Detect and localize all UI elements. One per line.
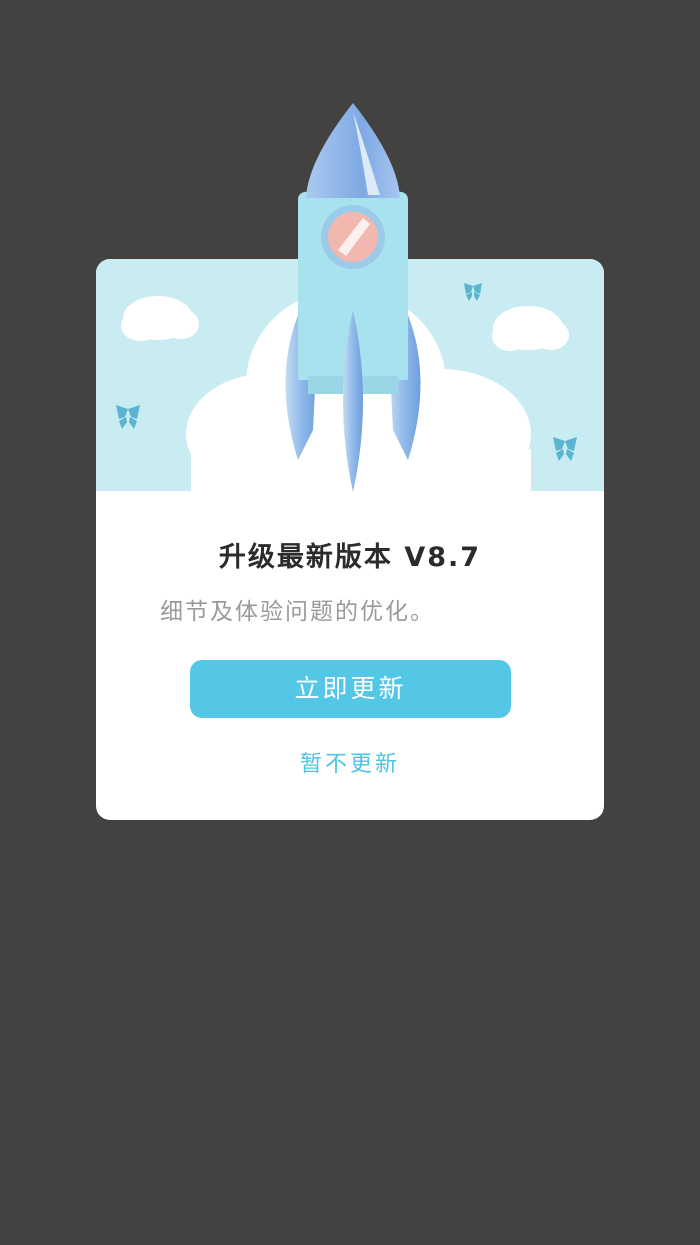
dialog-title: 升级最新版本 V8.7 — [218, 542, 482, 573]
update-description: 细节及体验问题的优化。 — [160, 599, 435, 625]
butterfly-icon — [116, 405, 140, 429]
butterfly-icon — [464, 283, 482, 301]
not-now-button[interactable]: 暂不更新 — [96, 746, 604, 778]
cloud-icon — [492, 306, 569, 351]
rocket-icon — [285, 103, 421, 492]
update-now-button[interactable]: 立即更新 — [190, 660, 511, 718]
butterfly-icon — [553, 437, 577, 461]
cloud-icon — [121, 296, 199, 341]
